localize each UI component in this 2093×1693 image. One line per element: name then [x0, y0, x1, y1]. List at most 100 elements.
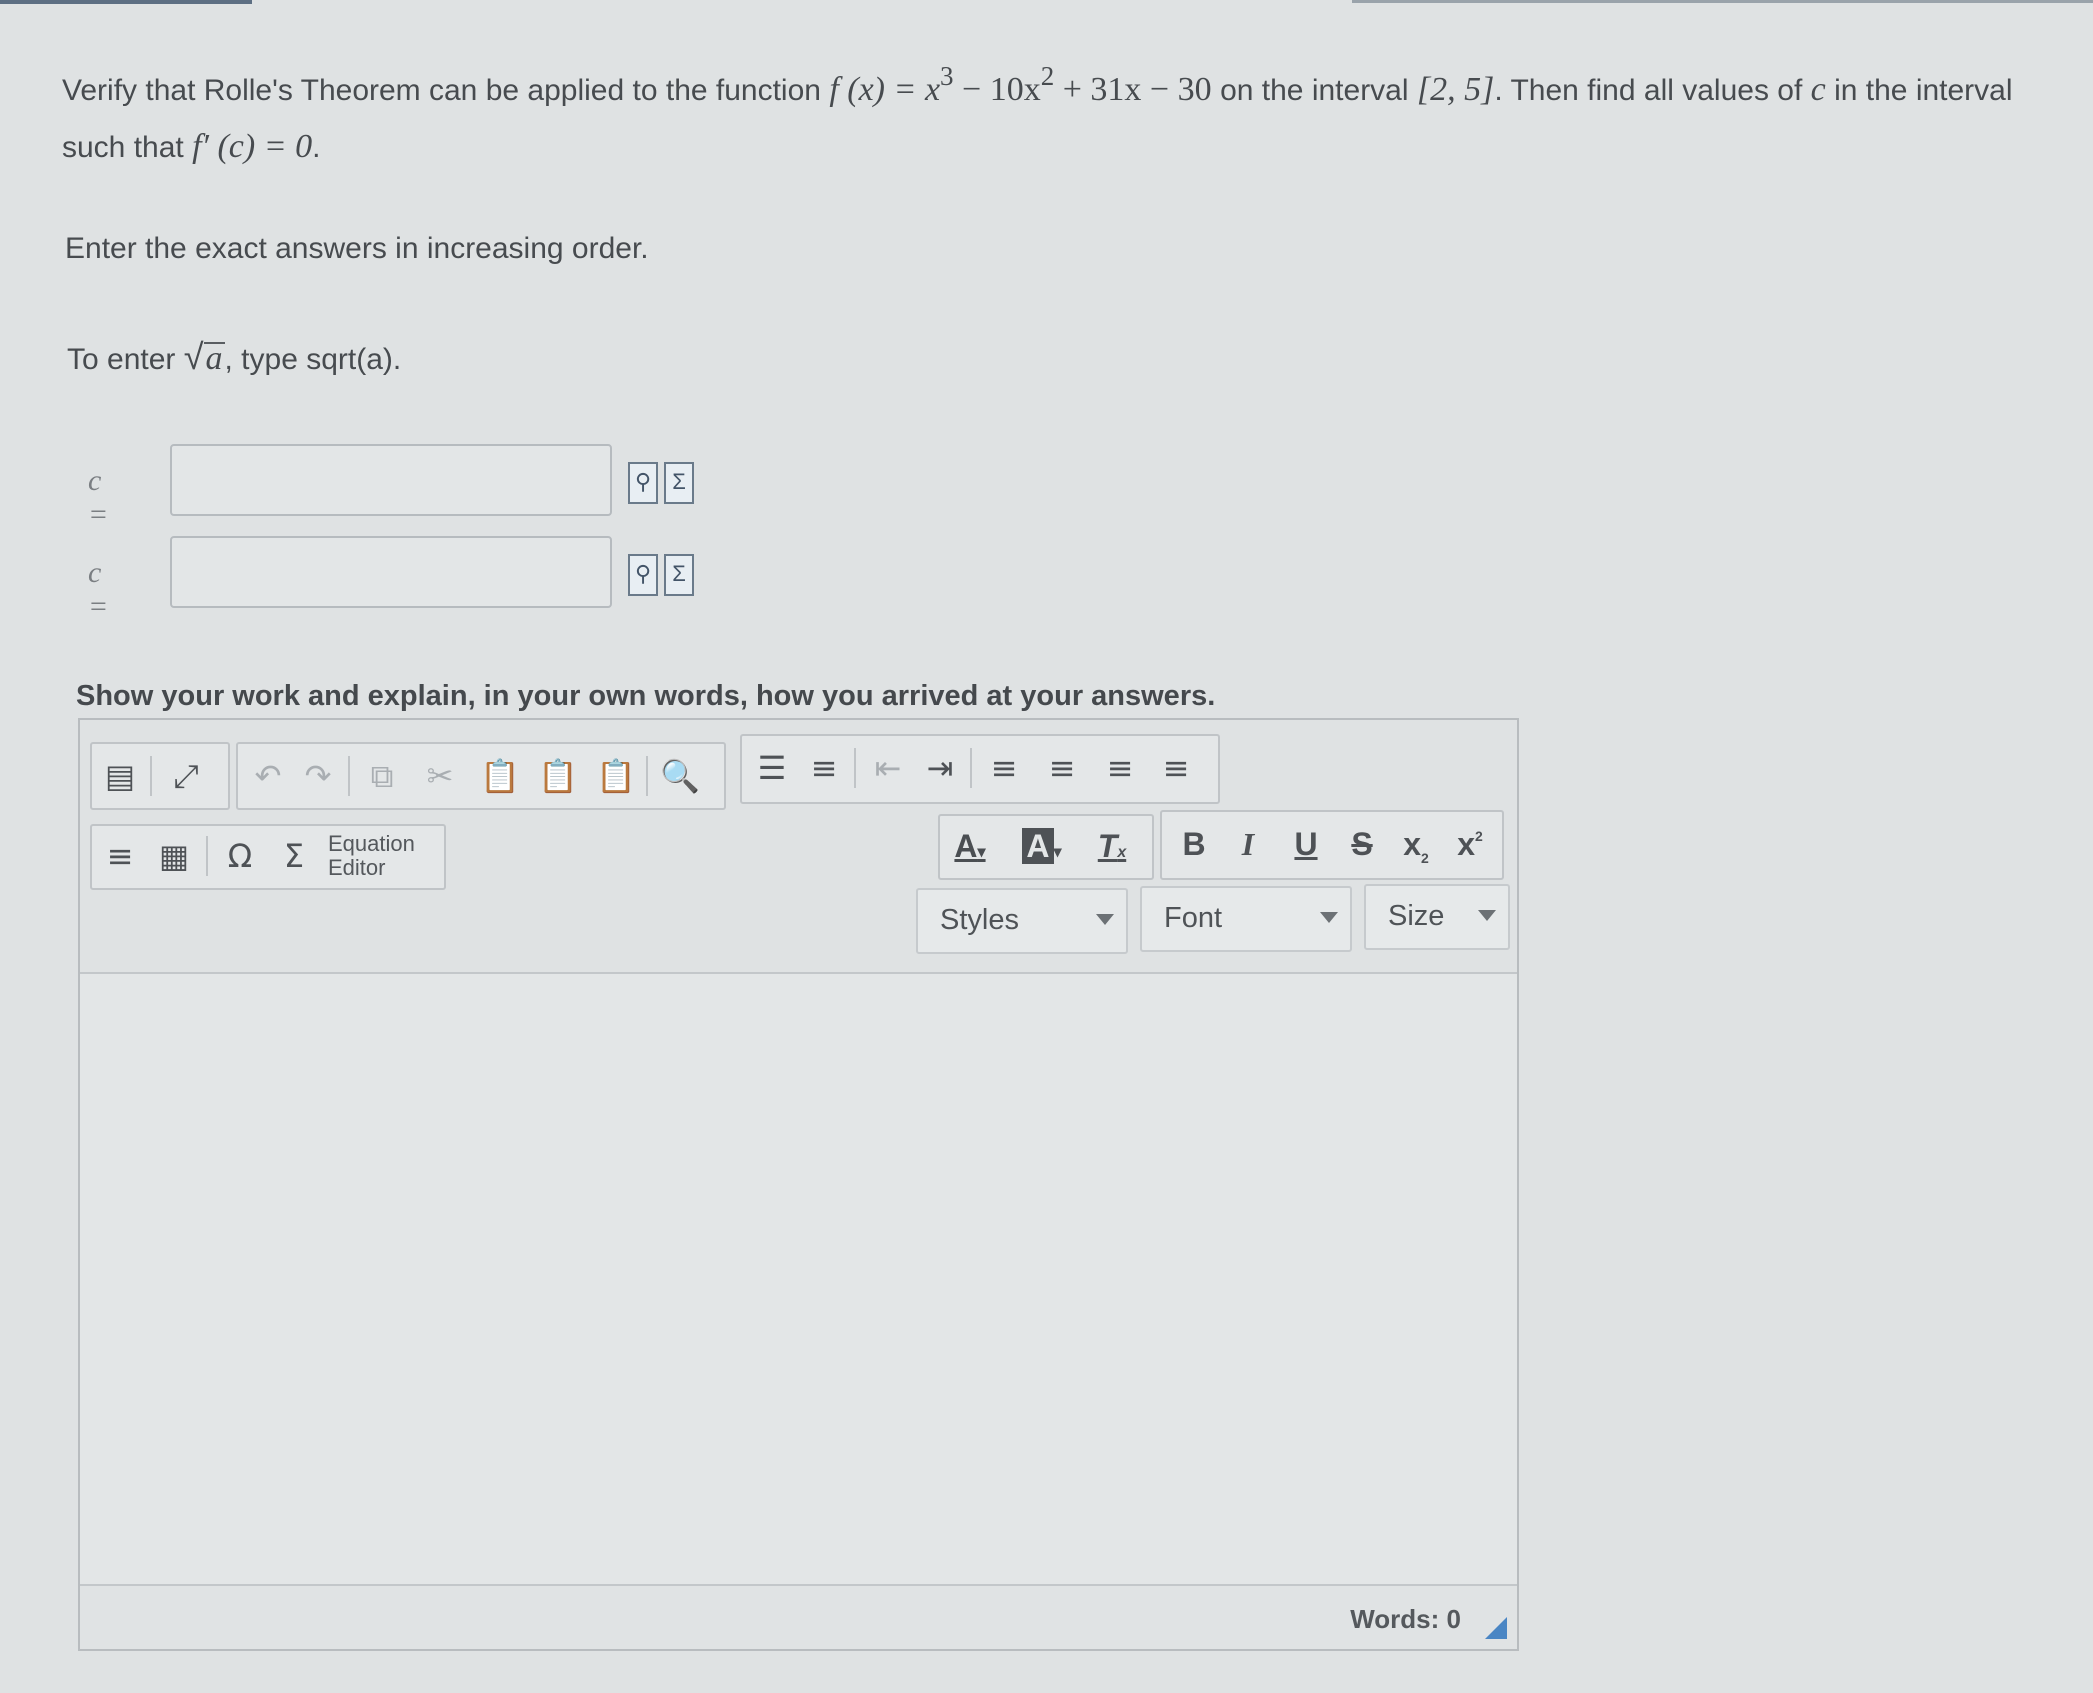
- equation-sigma-icon[interactable]: Σ: [664, 554, 694, 596]
- question-intro: Verify that Rolle's Theorem can be appli…: [62, 74, 821, 107]
- underline-button[interactable]: U: [1284, 822, 1328, 866]
- copy-icon[interactable]: ⧉: [360, 754, 404, 798]
- clear-format-button[interactable]: Tx: [1090, 824, 1134, 868]
- answer-input-2[interactable]: [170, 536, 612, 608]
- table-icon[interactable]: ▦: [152, 834, 196, 878]
- size-dropdown-label: Size: [1388, 900, 1445, 932]
- toolbar-separator: [150, 756, 152, 796]
- horizontal-rule-icon[interactable]: ≡: [98, 834, 142, 878]
- resize-handle-icon[interactable]: [1485, 1617, 1507, 1639]
- styles-dropdown[interactable]: Styles: [916, 888, 1128, 954]
- outdent-icon[interactable]: ⇤: [866, 746, 910, 790]
- align-justify-icon[interactable]: ≡: [1154, 746, 1198, 790]
- strikethrough-button[interactable]: S: [1340, 822, 1384, 866]
- question-line-1: Verify that Rolle's Theorem can be appli…: [62, 61, 2062, 119]
- such-that-text: such that: [62, 131, 184, 164]
- paste-word-icon[interactable]: 📋: [594, 754, 638, 798]
- top-accent-bar-right: [1352, 0, 2093, 3]
- toolbar-separator: [206, 836, 208, 876]
- interval-intro: on the interval: [1220, 74, 1409, 107]
- chevron-down-icon: [1478, 910, 1496, 921]
- background-color-label: A: [1022, 828, 1054, 864]
- term1-exponent: 3: [940, 61, 954, 91]
- equation-sigma-icon[interactable]: Σ: [664, 462, 694, 504]
- paste-text-icon[interactable]: 📋: [536, 754, 580, 798]
- rich-text-editor: ▤ ⤢ ↶ ↷ ⧉ ✂ 📋 📋 📋 🔍 ☰ ≡ ⇤ ⇥ ≡ ≡ ≡ ≡ ≡ ▦ …: [78, 718, 1519, 1651]
- styles-dropdown-label: Styles: [940, 904, 1019, 936]
- font-dropdown[interactable]: Font: [1140, 886, 1352, 952]
- preview-icon[interactable]: ⚲: [628, 462, 658, 504]
- derivative-condition: f′ (c) = 0: [192, 128, 313, 165]
- answer-label-1: c =: [88, 464, 109, 531]
- toolbar-separator: [970, 748, 972, 788]
- preview-icon[interactable]: ⚲: [628, 554, 658, 596]
- interval-value: [2, 5]: [1416, 71, 1495, 108]
- term2: − 10x: [962, 71, 1041, 108]
- term2-exponent: 2: [1040, 61, 1055, 91]
- term3: + 31x − 30: [1062, 71, 1212, 108]
- redo-icon[interactable]: ↷: [296, 754, 340, 798]
- background-color-button[interactable]: A ▾: [1020, 824, 1064, 868]
- chevron-down-icon: [1096, 914, 1114, 925]
- size-dropdown[interactable]: Size: [1364, 884, 1510, 950]
- equation-editor-label-line2: Editor: [328, 855, 386, 880]
- subscript-button[interactable]: x2: [1394, 822, 1438, 866]
- hint-suffix: , type sqrt(a).: [224, 343, 402, 376]
- editor-text-area[interactable]: [80, 974, 1517, 1586]
- question-text: Verify that Rolle's Theorem can be appli…: [62, 61, 2062, 176]
- term1-base: x: [924, 71, 941, 108]
- answer-input-1[interactable]: [170, 444, 612, 516]
- toolbar-group-insert: ≡ ▦ Ω Σ Equation Editor: [90, 824, 446, 890]
- numbered-list-icon[interactable]: ☰: [750, 746, 794, 790]
- font-color-label: A: [954, 828, 978, 864]
- find-icon[interactable]: 🔍: [658, 754, 702, 798]
- instruction-text: Enter the exact answers in increasing or…: [65, 232, 649, 265]
- function-expression: f (x) = x3 − 10x2 + 31x − 30: [829, 61, 1220, 108]
- editor-toolbar: ▤ ⤢ ↶ ↷ ⧉ ✂ 📋 📋 📋 🔍 ☰ ≡ ⇤ ⇥ ≡ ≡ ≡ ≡ ≡ ▦ …: [80, 720, 1517, 974]
- cut-icon[interactable]: ✂: [418, 754, 462, 798]
- undo-icon[interactable]: ↶: [246, 754, 290, 798]
- toolbar-separator: [348, 756, 350, 796]
- work-prompt: Show your work and explain, in your own …: [76, 680, 1216, 712]
- question-line-end: in the interval: [1834, 74, 2013, 107]
- toolbar-group-color: A▾ A ▾ Tx: [938, 814, 1154, 880]
- font-color-button[interactable]: A▾: [948, 824, 992, 868]
- subscript-label: x: [1403, 826, 1421, 862]
- sqrt-symbol: √: [183, 336, 204, 377]
- font-dropdown-label: Font: [1164, 902, 1223, 934]
- sqrt-hint: To enter √a, type sqrt(a).: [67, 336, 401, 378]
- clear-format-label: T: [1097, 828, 1118, 864]
- equation-editor-button[interactable]: Equation Editor: [328, 832, 415, 880]
- toolbar-group-basic-styles: B I U S x2 x2: [1160, 810, 1504, 880]
- italic-button[interactable]: I: [1226, 822, 1270, 866]
- bold-button[interactable]: B: [1172, 822, 1216, 866]
- align-center-icon[interactable]: ≡: [1040, 746, 1084, 790]
- toolbar-separator: [854, 748, 856, 788]
- editor-footer: Words: 0: [80, 1584, 1517, 1649]
- c-variable: c: [1810, 71, 1826, 108]
- word-count: Words: 0: [1350, 1604, 1461, 1634]
- toolbar-separator: [646, 756, 648, 796]
- toolbar-group-paragraph: ☰ ≡ ⇤ ⇥ ≡ ≡ ≡ ≡: [740, 734, 1220, 804]
- toolbar-group-view: ▤ ⤢: [90, 742, 230, 810]
- maximize-icon[interactable]: ⤢: [164, 754, 208, 798]
- top-accent-bar: [0, 0, 252, 4]
- special-character-icon[interactable]: Ω: [218, 834, 262, 878]
- function-lhs: f (x) =: [829, 71, 917, 108]
- sqrt-radicand: a: [203, 340, 225, 377]
- hint-prefix: To enter: [67, 343, 176, 376]
- superscript-label: x: [1457, 826, 1475, 862]
- question-continuation: . Then find all values of: [1494, 74, 1803, 107]
- superscript-button[interactable]: x2: [1448, 822, 1492, 866]
- chevron-down-icon: [1320, 912, 1338, 923]
- paste-icon[interactable]: 📋: [478, 754, 522, 798]
- equation-editor-label-line1: Equation: [328, 831, 415, 856]
- align-left-icon[interactable]: ≡: [982, 746, 1026, 790]
- equation-sigma-icon[interactable]: Σ: [272, 834, 316, 878]
- source-view-icon[interactable]: ▤: [98, 754, 142, 798]
- question-line-2: such that f′ (c) = 0.: [62, 119, 2062, 176]
- align-right-icon[interactable]: ≡: [1098, 746, 1142, 790]
- bulleted-list-icon[interactable]: ≡: [802, 746, 846, 790]
- indent-icon[interactable]: ⇥: [918, 746, 962, 790]
- toolbar-group-edit: ↶ ↷ ⧉ ✂ 📋 📋 📋 🔍: [236, 742, 726, 810]
